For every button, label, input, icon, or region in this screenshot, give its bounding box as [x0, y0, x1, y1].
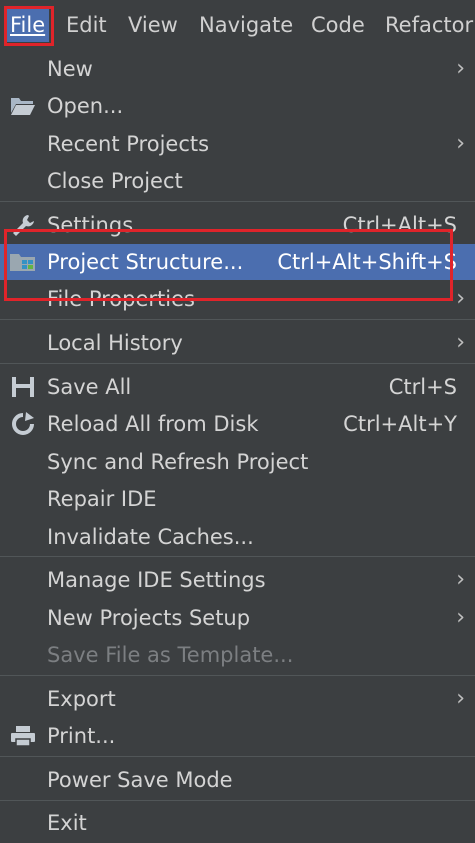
save-icon: [9, 374, 37, 400]
folder-open-icon: [9, 93, 37, 119]
reload-icon: [9, 411, 37, 437]
menu-item-close-project[interactable]: Close Project: [0, 163, 475, 199]
menu-item-label: Exit: [47, 811, 87, 835]
menu-item-local-history[interactable]: Local History ›: [0, 325, 475, 361]
menu-item-label: Sync and Refresh Project: [47, 450, 309, 474]
menu-item-label: Power Save Mode: [47, 768, 233, 792]
chevron-right-icon: ›: [456, 56, 465, 81]
menu-item-label: Save All: [47, 375, 132, 399]
menu-refactor-label: Refactor: [385, 13, 474, 37]
menu-navigate[interactable]: Navigate: [199, 8, 293, 42]
file-annotation-box: [4, 6, 54, 46]
menu-item-shortcut: Ctrl+S: [388, 375, 457, 399]
printer-icon: [9, 723, 37, 749]
menu-navigate-label: Navigate: [199, 13, 294, 37]
menu-item-label: Save File as Template...: [47, 643, 294, 667]
menu-separator: [0, 319, 475, 320]
menu-separator: [0, 756, 475, 757]
chevron-right-icon: ›: [456, 330, 465, 355]
menu-view-label: View: [128, 13, 178, 37]
menu-separator: [0, 675, 475, 676]
menu-item-export[interactable]: Export ›: [0, 681, 475, 717]
chevron-right-icon: ›: [456, 286, 465, 311]
menu-item-manage-ide-settings[interactable]: Manage IDE Settings ›: [0, 562, 475, 598]
menu-code[interactable]: Code: [311, 8, 365, 42]
chevron-right-icon: ›: [456, 605, 465, 630]
menu-item-label: Invalidate Caches...: [47, 525, 254, 549]
menu-item-exit[interactable]: Exit: [0, 805, 475, 841]
menu-item-sync-refresh[interactable]: Sync and Refresh Project: [0, 444, 475, 480]
menu-refactor[interactable]: Refactor: [385, 8, 473, 42]
menu-separator: [0, 556, 475, 557]
menu-item-power-save-mode[interactable]: Power Save Mode: [0, 762, 475, 798]
menu-item-new-projects-setup[interactable]: New Projects Setup ›: [0, 600, 475, 636]
menu-bar: File Edit View Navigate Code Refactor: [0, 0, 475, 51]
menu-item-label: Repair IDE: [47, 487, 157, 511]
menu-item-repair-ide[interactable]: Repair IDE: [0, 481, 475, 517]
menu-edit-label: Edit: [66, 13, 107, 37]
menu-item-recent-projects[interactable]: Recent Projects ›: [0, 126, 475, 162]
menu-item-open[interactable]: Open...: [0, 88, 475, 124]
menu-item-label: New: [47, 57, 93, 81]
menu-item-new[interactable]: New ›: [0, 51, 475, 87]
menu-item-label: Open...: [47, 94, 124, 118]
menu-edit[interactable]: Edit: [66, 8, 107, 42]
menu-item-label: New Projects Setup: [47, 606, 251, 630]
menu-item-label: Print...: [47, 724, 116, 748]
menu-separator: [0, 201, 475, 202]
chevron-right-icon: ›: [456, 686, 465, 711]
menu-code-label: Code: [311, 13, 365, 37]
menu-item-label: Manage IDE Settings: [47, 568, 266, 592]
menu-item-label: Local History: [47, 331, 183, 355]
menu-item-label: Close Project: [47, 169, 183, 193]
menu-item-invalidate-caches[interactable]: Invalidate Caches...: [0, 519, 475, 555]
project-structure-annotation-box: [4, 229, 453, 301]
menu-item-label: Export: [47, 687, 116, 711]
file-menu-dropdown: New › Open... Recent Projects › Close Pr…: [0, 50, 475, 843]
menu-item-shortcut: Ctrl+Alt+Y: [343, 412, 457, 436]
menu-item-label: Reload All from Disk: [47, 412, 259, 436]
menu-item-reload-all[interactable]: Reload All from Disk Ctrl+Alt+Y: [0, 406, 475, 442]
chevron-right-icon: ›: [456, 131, 465, 156]
menu-view[interactable]: View: [128, 8, 178, 42]
menu-separator: [0, 363, 475, 364]
menu-separator: [0, 800, 475, 801]
menu-item-label: Recent Projects: [47, 132, 210, 156]
chevron-right-icon: ›: [456, 567, 465, 592]
menu-item-save-all[interactable]: Save All Ctrl+S: [0, 369, 475, 405]
menu-item-print[interactable]: Print...: [0, 718, 475, 754]
menu-item-save-as-template: Save File as Template...: [0, 637, 475, 673]
